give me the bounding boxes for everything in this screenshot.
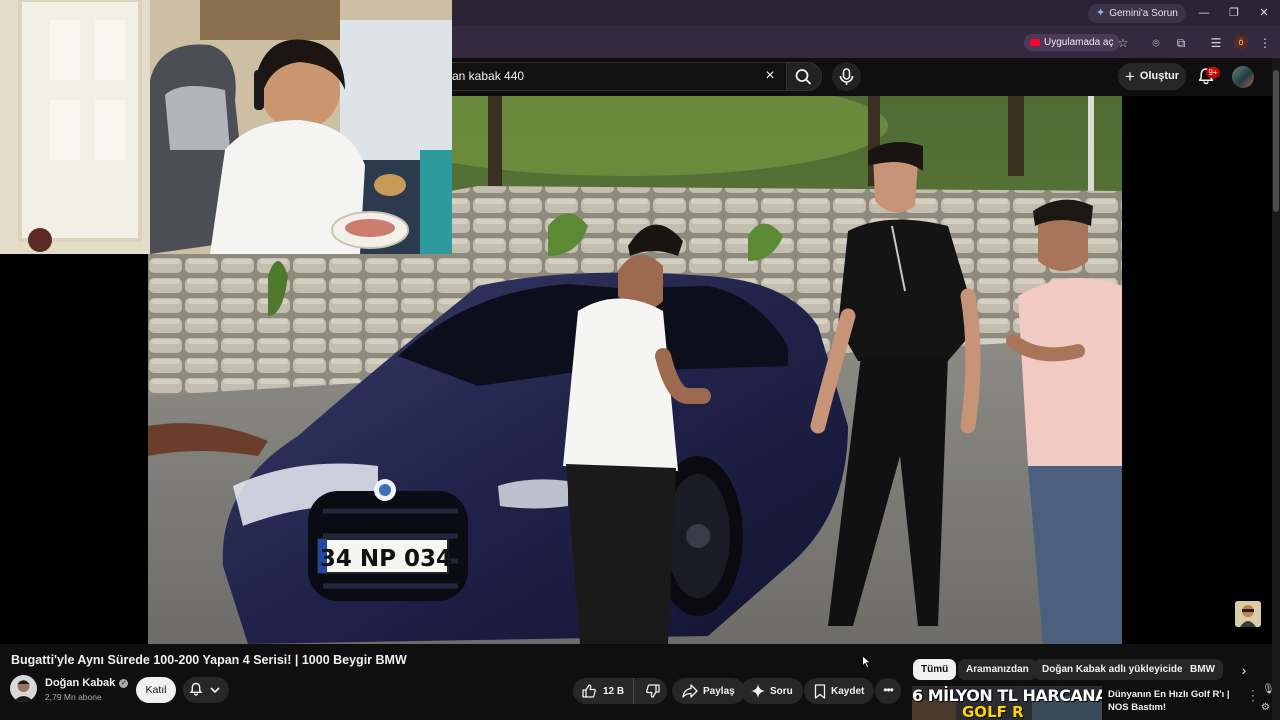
like-count: 12 B bbox=[603, 685, 625, 697]
recommended-title[interactable]: Dünyanın En Hızlı Golf R'ı | NOS Bastım! bbox=[1108, 688, 1246, 714]
restore-icon[interactable]: ❐ bbox=[1222, 3, 1246, 23]
sparkle-icon bbox=[751, 684, 765, 698]
gemini-button-label: Gemini'a Sorun bbox=[1109, 8, 1178, 19]
chip-from-search[interactable]: Aramanızdan bbox=[958, 659, 1037, 680]
mouse-cursor-icon bbox=[862, 655, 872, 669]
subscriber-count: 2,79 Mn abone bbox=[45, 692, 102, 702]
more-icon[interactable]: ••• bbox=[875, 678, 901, 704]
gemini-button[interactable]: ✦ Gemini'a Sorun bbox=[1088, 4, 1186, 23]
youtube-logo-icon bbox=[1030, 39, 1040, 46]
plus-icon: + bbox=[1124, 67, 1135, 86]
chip-all[interactable]: Tümü bbox=[913, 659, 957, 680]
ask-label: Soru bbox=[770, 685, 793, 697]
chip-from-uploader[interactable]: Doğan Kabak adlı yükleyiciden bbox=[1034, 659, 1197, 680]
close-icon[interactable]: ✕ bbox=[1252, 3, 1276, 23]
recommended-more-icon[interactable]: · · · bbox=[1248, 686, 1258, 707]
side-mic-icon[interactable]: 🎙 bbox=[1262, 684, 1275, 696]
join-button[interactable]: Katıl bbox=[136, 677, 176, 703]
clear-icon[interactable]: × bbox=[760, 66, 780, 86]
create-button-label: Oluştur bbox=[1139, 70, 1180, 82]
extension-glasses-icon[interactable]: ⌾ bbox=[1147, 34, 1165, 52]
chevron-right-icon[interactable]: › bbox=[1234, 660, 1254, 680]
channel-avatar-image bbox=[10, 675, 37, 702]
subscription-bell-button[interactable] bbox=[183, 677, 229, 703]
license-plate-text: 34 NP 034 bbox=[320, 546, 452, 572]
bell-chevron-icons bbox=[189, 682, 220, 696]
search-query-text: an kabak 440 bbox=[452, 69, 525, 83]
recommended-thumbnail[interactable]: 6 MİLYON TL HARCANAN GOLF R bbox=[912, 686, 1102, 720]
video-title: Bugatti'yle Aynı Sürede 100-200 Yapan 4 … bbox=[11, 653, 407, 667]
like-button[interactable]: 12 B bbox=[573, 678, 635, 704]
share-button[interactable]: Paylaş bbox=[672, 678, 745, 704]
ask-button[interactable]: Soru bbox=[741, 678, 803, 704]
mic-icon bbox=[839, 68, 854, 85]
like-icon bbox=[582, 684, 596, 698]
dislike-icon bbox=[646, 684, 660, 698]
kebab-menu-icon[interactable]: ⋮ bbox=[1256, 34, 1274, 52]
reading-list-icon[interactable]: ☰ bbox=[1207, 34, 1225, 52]
notification-badge: 9+ bbox=[1206, 67, 1220, 78]
save-label: Kaydet bbox=[831, 685, 865, 697]
bookmark-icon bbox=[814, 683, 826, 699]
channel-avatar[interactable] bbox=[10, 675, 37, 702]
scrollbar-thumb[interactable] bbox=[1273, 70, 1279, 212]
webcam-overlay bbox=[0, 0, 452, 254]
open-in-app-button[interactable]: Uygulamada aç bbox=[1024, 34, 1121, 51]
browser-profile-avatar[interactable]: ö bbox=[1234, 35, 1248, 49]
save-button[interactable]: Kaydet bbox=[804, 678, 875, 704]
channel-watermark-icon[interactable] bbox=[1235, 601, 1261, 627]
search-icon bbox=[795, 69, 811, 85]
open-in-app-label: Uygulamada aç bbox=[1044, 37, 1114, 48]
share-label: Paylaş bbox=[703, 685, 735, 697]
channel-name-text: Doğan Kabak bbox=[45, 677, 116, 689]
like-dislike-group: 12 B bbox=[573, 678, 667, 704]
channel-name[interactable]: Doğan Kabak ✓ bbox=[45, 677, 129, 689]
side-settings-icon[interactable]: ⚙ bbox=[1261, 702, 1273, 714]
minimize-icon[interactable]: — bbox=[1192, 3, 1216, 23]
watermark-figure-icon bbox=[1235, 601, 1261, 627]
gemini-spark-icon: ✦ bbox=[1096, 7, 1106, 19]
verified-icon: ✓ bbox=[119, 678, 129, 688]
account-avatar[interactable] bbox=[1232, 66, 1254, 88]
share-icon bbox=[682, 684, 698, 698]
webcam-scene bbox=[0, 0, 452, 254]
star-icon[interactable]: ☆ bbox=[1114, 34, 1132, 52]
extensions-icon[interactable]: ⧉ bbox=[1172, 34, 1190, 52]
dislike-button[interactable] bbox=[639, 683, 667, 699]
create-button[interactable]: + Oluştur bbox=[1118, 63, 1186, 90]
thumbnail-subheadline: GOLF R bbox=[962, 703, 1024, 720]
chip-bmw[interactable]: BMW bbox=[1182, 659, 1223, 680]
search-button[interactable] bbox=[786, 62, 822, 91]
voice-search-button[interactable] bbox=[832, 62, 861, 91]
